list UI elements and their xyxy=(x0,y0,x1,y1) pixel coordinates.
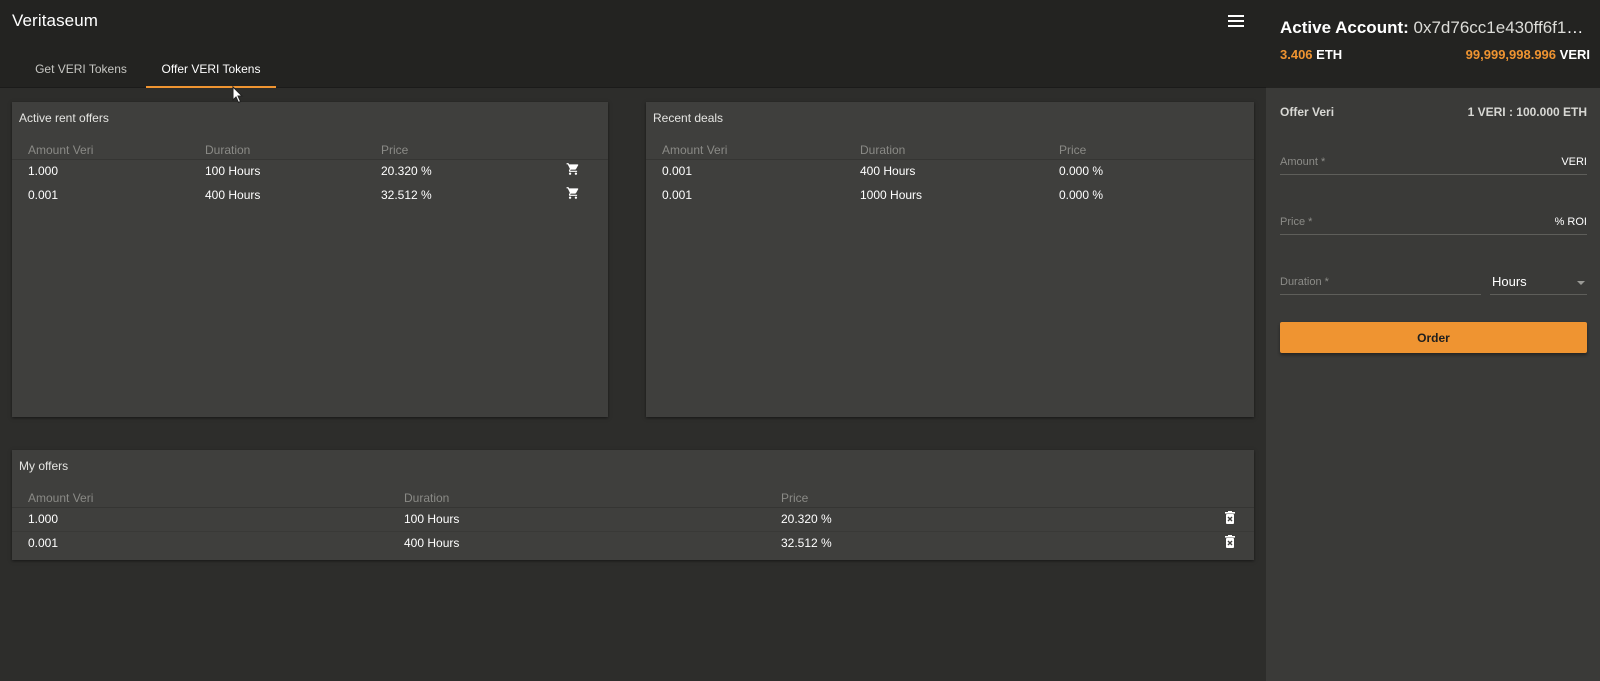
cell-amount: 1.000 xyxy=(28,512,59,526)
recent-deals-card: Recent deals Amount Veri Duration Price … xyxy=(646,102,1254,417)
cell-price: 32.512 % xyxy=(781,536,832,550)
cell-amount: 0.001 xyxy=(28,536,59,550)
table-header: Amount Veri Duration Price xyxy=(646,138,1254,160)
cart-icon[interactable] xyxy=(566,162,580,176)
tab-offer-veri-tokens[interactable]: Offer VERI Tokens xyxy=(146,50,276,88)
account-address[interactable]: 0x7d76cc1e430ff6f16d... xyxy=(1414,18,1590,37)
delete-icon[interactable] xyxy=(1224,511,1238,525)
mouse-cursor-icon xyxy=(232,86,244,104)
duration-unit-underline xyxy=(1490,294,1587,295)
eth-balance: 3.406 ETH xyxy=(1280,47,1342,62)
table-header: Amount Veri Duration Price xyxy=(12,138,608,160)
amount-suffix: VERI xyxy=(1561,156,1587,168)
cart-icon[interactable] xyxy=(566,186,580,200)
column-header-duration: Duration xyxy=(404,491,450,505)
cell-price: 0.000 % xyxy=(1059,164,1104,178)
offer-veri-title: Offer Veri xyxy=(1280,105,1335,119)
app-title: Veritaseum xyxy=(12,11,99,30)
column-header-duration: Duration xyxy=(205,143,251,157)
top-app-bar: Veritaseum Get VERI Tokens Offer VERI To… xyxy=(0,0,1266,88)
cell-price: 32.512 % xyxy=(381,188,432,202)
tab-bar: Get VERI Tokens Offer VERI Tokens xyxy=(16,50,276,88)
cell-duration: 100 Hours xyxy=(205,164,261,178)
veri-balance-unit: VERI xyxy=(1559,47,1590,62)
order-button[interactable]: Order xyxy=(1280,322,1587,353)
table-row: 1.000 100 Hours 20.320 % xyxy=(12,508,1254,532)
recent-deals-title: Recent deals xyxy=(653,111,724,125)
cell-price: 20.320 % xyxy=(381,164,432,178)
veri-balance: 99,999,998.996 VERI xyxy=(1466,47,1590,62)
cell-price: 20.320 % xyxy=(781,512,832,526)
cell-price: 0.000 % xyxy=(1059,188,1104,202)
amount-underline xyxy=(1280,174,1587,175)
cell-amount: 0.001 xyxy=(662,164,693,178)
price-underline xyxy=(1280,234,1587,235)
column-header-amount: Amount Veri xyxy=(28,143,94,157)
eth-balance-unit: ETH xyxy=(1316,47,1343,62)
column-header-amount: Amount Veri xyxy=(662,143,728,157)
table-row: 0.001 400 Hours 32.512 % xyxy=(12,184,608,208)
my-offers-title: My offers xyxy=(19,459,69,473)
cell-amount: 0.001 xyxy=(662,188,693,202)
price-suffix: % ROI xyxy=(1554,216,1587,228)
cell-amount: 1.000 xyxy=(28,164,59,178)
table-row: 0.001 400 Hours 0.000 % xyxy=(646,160,1254,184)
active-rent-offers-title: Active rent offers xyxy=(19,111,109,125)
active-account-line: Active Account: 0x7d76cc1e430ff6f16d... xyxy=(1280,18,1590,38)
cell-duration: 400 Hours xyxy=(404,536,460,550)
table-header: Amount Veri Duration Price xyxy=(12,486,1254,508)
active-account-panel: Active Account: 0x7d76cc1e430ff6f16d... … xyxy=(1266,0,1600,88)
cell-duration: 400 Hours xyxy=(860,164,916,178)
column-header-price: Price xyxy=(1059,143,1087,157)
main-area: Veritaseum Get VERI Tokens Offer VERI To… xyxy=(0,0,1266,681)
my-offers-card: My offers Amount Veri Duration Price 1.0… xyxy=(12,450,1254,560)
table-row: 0.001 400 Hours 32.512 % xyxy=(12,532,1254,556)
price-input[interactable] xyxy=(1280,211,1540,233)
column-header-duration: Duration xyxy=(860,143,906,157)
exchange-rate: 1 VERI : 100.000 ETH xyxy=(1467,105,1587,119)
amount-input[interactable] xyxy=(1280,151,1540,173)
delete-icon[interactable] xyxy=(1224,535,1238,549)
active-rent-offers-card: Active rent offers Amount Veri Duration … xyxy=(12,102,608,417)
active-account-label: Active Account: xyxy=(1280,18,1409,37)
right-sidebar: Active Account: 0x7d76cc1e430ff6f16d... … xyxy=(1266,0,1600,681)
cell-duration: 1000 Hours xyxy=(860,188,923,202)
tab-get-veri-tokens[interactable]: Get VERI Tokens xyxy=(16,50,146,88)
duration-unit-select[interactable]: Hours xyxy=(1492,274,1527,289)
duration-input[interactable] xyxy=(1280,271,1470,293)
column-header-price: Price xyxy=(781,491,809,505)
table-row: 0.001 1000 Hours 0.000 % xyxy=(646,184,1254,208)
duration-underline xyxy=(1280,294,1481,295)
chevron-down-icon[interactable] xyxy=(1577,281,1585,285)
eth-balance-value: 3.406 xyxy=(1280,47,1313,62)
column-header-price: Price xyxy=(381,143,409,157)
menu-icon[interactable] xyxy=(1228,15,1246,29)
column-header-amount: Amount Veri xyxy=(28,491,94,505)
cell-duration: 400 Hours xyxy=(205,188,261,202)
table-row: 1.000 100 Hours 20.320 % xyxy=(12,160,608,184)
cell-duration: 100 Hours xyxy=(404,512,460,526)
cell-amount: 0.001 xyxy=(28,188,59,202)
veri-balance-value: 99,999,998.996 xyxy=(1465,47,1557,62)
